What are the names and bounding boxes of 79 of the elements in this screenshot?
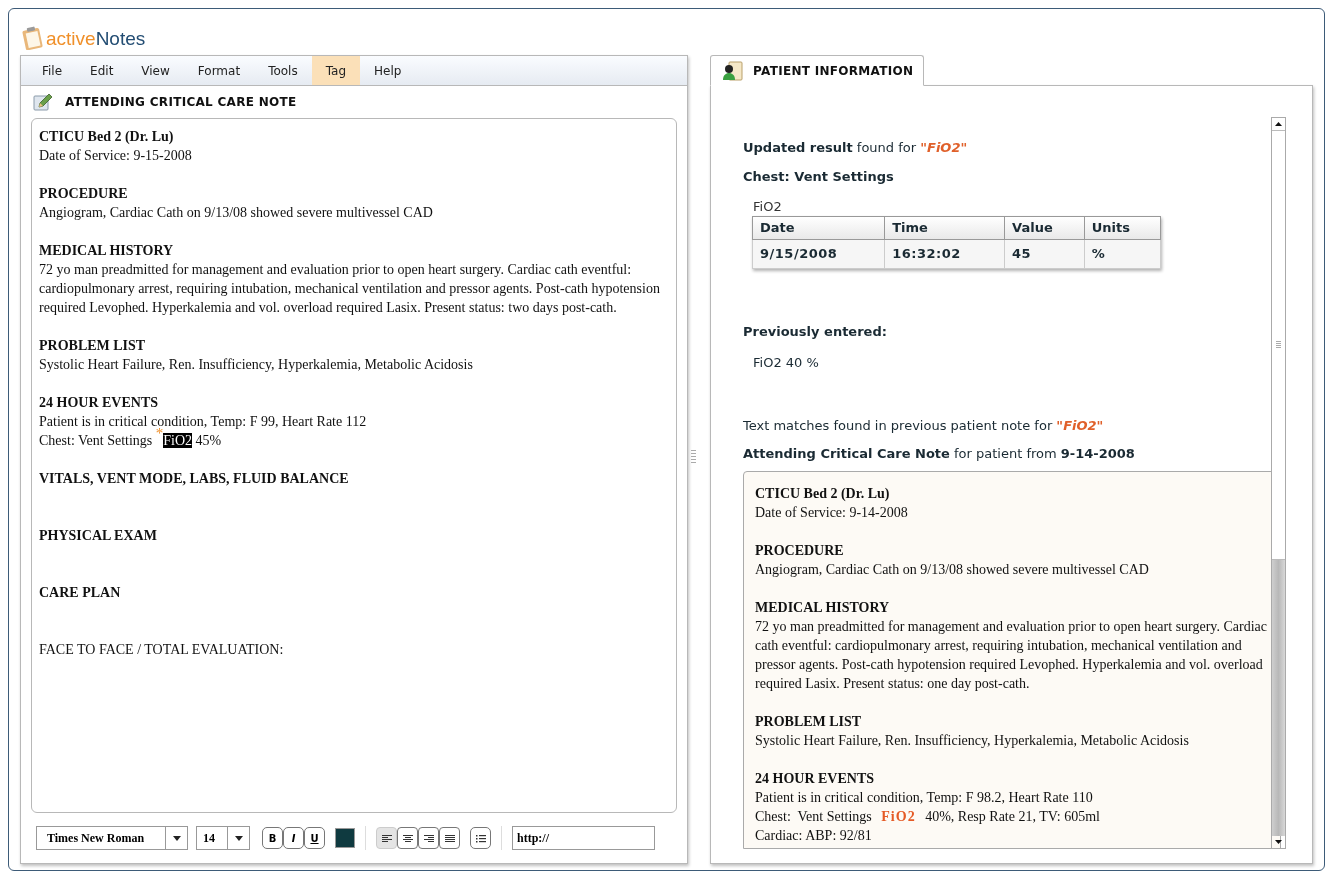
section-heading: CTICU Bed 2 (Dr. Lu)	[39, 128, 175, 146]
link-url-field[interactable]: http://	[512, 826, 655, 850]
note-text: Date of Service: 9-15-2008	[39, 147, 193, 165]
size-select[interactable]: 14	[196, 826, 250, 850]
previous-label: Previously entered:	[743, 323, 888, 341]
text-style-button[interactable]: I	[283, 827, 304, 849]
column-header: Time	[884, 216, 1005, 240]
menu-item[interactable]: View	[127, 56, 184, 85]
section-heading: CARE PLAN	[39, 584, 122, 602]
note-text: Patient is in critical condition, Temp: F 99, Heart Rate 112	[39, 413, 368, 429]
preview-text: Patient is in critical condition, Temp: F 98.2, Heart Rate 110	[755, 789, 1094, 807]
text-style-button[interactable]: B	[262, 827, 283, 849]
bullet-list-button[interactable]	[470, 827, 491, 849]
text-style-button[interactable]: U	[304, 827, 325, 849]
bullet-list-icon	[475, 833, 486, 843]
note-text: 72 yo man preadmitted for management and evaluation prior to open heart surgery. Cardiac cath eventful: cardiopulmonary arrest, requiring intubation, mechanical ventilation and pressor agents. Post-cath hypotension required Levophed. Hyperkalemia and vol. overload required Lasix. Present status: two days post-cath.	[39, 261, 661, 317]
column-header: Units	[1084, 216, 1161, 240]
pencil-note-icon	[33, 93, 53, 111]
menu-item[interactable]: Tag	[311, 56, 360, 85]
table-caption: FiO2	[753, 197, 783, 216]
section-heading: 24 HOUR EVENTS	[755, 770, 876, 788]
note-title: ATTENDING CRITICAL CARE NOTE	[65, 94, 297, 111]
note-editor[interactable]	[31, 118, 677, 813]
result-message: Updated result found for "FiO2"	[743, 139, 969, 157]
menu-item[interactable]: Help	[360, 56, 416, 85]
section-heading: PHYSICAL EXAM	[39, 527, 158, 545]
align-justify-icon	[444, 833, 455, 843]
section-heading: MEDICAL HISTORY	[39, 242, 175, 260]
menu-item[interactable]: Tools	[254, 56, 312, 85]
note-text: Systolic Heart Failure, Ren. Insufficiency, Hyperkalemia, Metabolic Acidosis	[39, 356, 474, 374]
preview-text: Date of Service: 9-14-2008	[755, 504, 909, 522]
align-button[interactable]	[397, 827, 418, 849]
preview-text: Angiogram, Cardiac Cath on 9/13/08 showed severe multivessel CAD	[755, 561, 1150, 579]
section-heading: 24 HOUR EVENTS	[39, 394, 160, 412]
section-heading: MEDICAL HISTORY	[755, 599, 891, 617]
patient-clipboard-icon	[721, 59, 743, 82]
clipboard-logo-icon	[22, 26, 44, 50]
splitter-grip-icon	[691, 450, 696, 464]
align-right-icon	[423, 833, 434, 843]
table-cell: 16:32:02	[884, 239, 1005, 269]
section-heading: CTICU Bed 2 (Dr. Lu)	[755, 485, 891, 503]
section-heading: VITALS, VENT MODE, LABS, FLUID BALANCE	[39, 470, 350, 488]
caret-icon	[234, 835, 243, 841]
caret-icon	[172, 835, 181, 841]
scroll-down-icon	[1275, 840, 1282, 844]
font-select[interactable]: Times New Roman	[36, 826, 188, 850]
preview-text: 72 yo man preadmitted for management and evaluation prior to open heart surgery. Cardiac cath eventful: cardiopulmonary arrest, requiring intubation, mechanical ventilation and pressor agents. Post-cath hypotension required Levophed. Hyperkalemia and vol. overload required Lasix. Present status: one day post-cath.	[755, 618, 1268, 693]
section-heading: PROBLEM LIST	[755, 713, 863, 731]
menu-item[interactable]: File	[28, 56, 77, 85]
matches-message: Text matches found in previous patient note for "FiO2"	[743, 417, 1105, 435]
menu-item[interactable]: Edit	[76, 56, 128, 85]
table-cell: 9/15/2008	[752, 239, 885, 269]
previous-value: FiO2 40 %	[753, 353, 820, 372]
table-cell: 45	[1004, 239, 1085, 269]
section-heading: PROBLEM LIST	[39, 337, 147, 355]
preview-text: Systolic Heart Failure, Ren. Insufficiency, Hyperkalemia, Metabolic Acidosis	[755, 732, 1190, 750]
align-button[interactable]	[439, 827, 460, 849]
section-heading: PROCEDURE	[755, 542, 845, 560]
matches-source: Attending Critical Care Note for patient from 9-14-2008	[743, 444, 1136, 463]
preview-text: Chest: Vent Settings FiO2 40%, Resp Rate 21, TV: 605ml	[755, 808, 1101, 826]
note-text: FACE TO FACE / TOTAL EVALUATION:	[39, 641, 285, 659]
text-color-swatch[interactable]	[335, 828, 355, 848]
result-group-title: Chest: Vent Settings	[743, 168, 895, 186]
align-button[interactable]	[376, 827, 397, 849]
scroll-up-icon	[1275, 122, 1282, 126]
align-left-icon	[381, 833, 392, 843]
preview-text: Cardiac: ABP: 92/81	[755, 827, 873, 845]
column-header: Date	[752, 216, 885, 240]
app-logo-text: activeNotes	[46, 28, 146, 48]
section-heading: PROCEDURE	[39, 185, 129, 203]
column-header: Value	[1004, 216, 1085, 240]
scrollbar[interactable]	[1271, 117, 1286, 849]
scroll-thumb-grip-icon	[1276, 341, 1281, 349]
align-button[interactable]	[418, 827, 439, 849]
menu-item[interactable]: Format	[183, 56, 255, 85]
align-center-icon	[402, 833, 413, 843]
note-text: Angiogram, Cardiac Cath on 9/13/08 showed severe multivessel CAD	[39, 204, 434, 222]
table-cell: %	[1084, 239, 1161, 269]
patient-information-tab[interactable]: PATIENT INFORMATION	[710, 55, 925, 86]
